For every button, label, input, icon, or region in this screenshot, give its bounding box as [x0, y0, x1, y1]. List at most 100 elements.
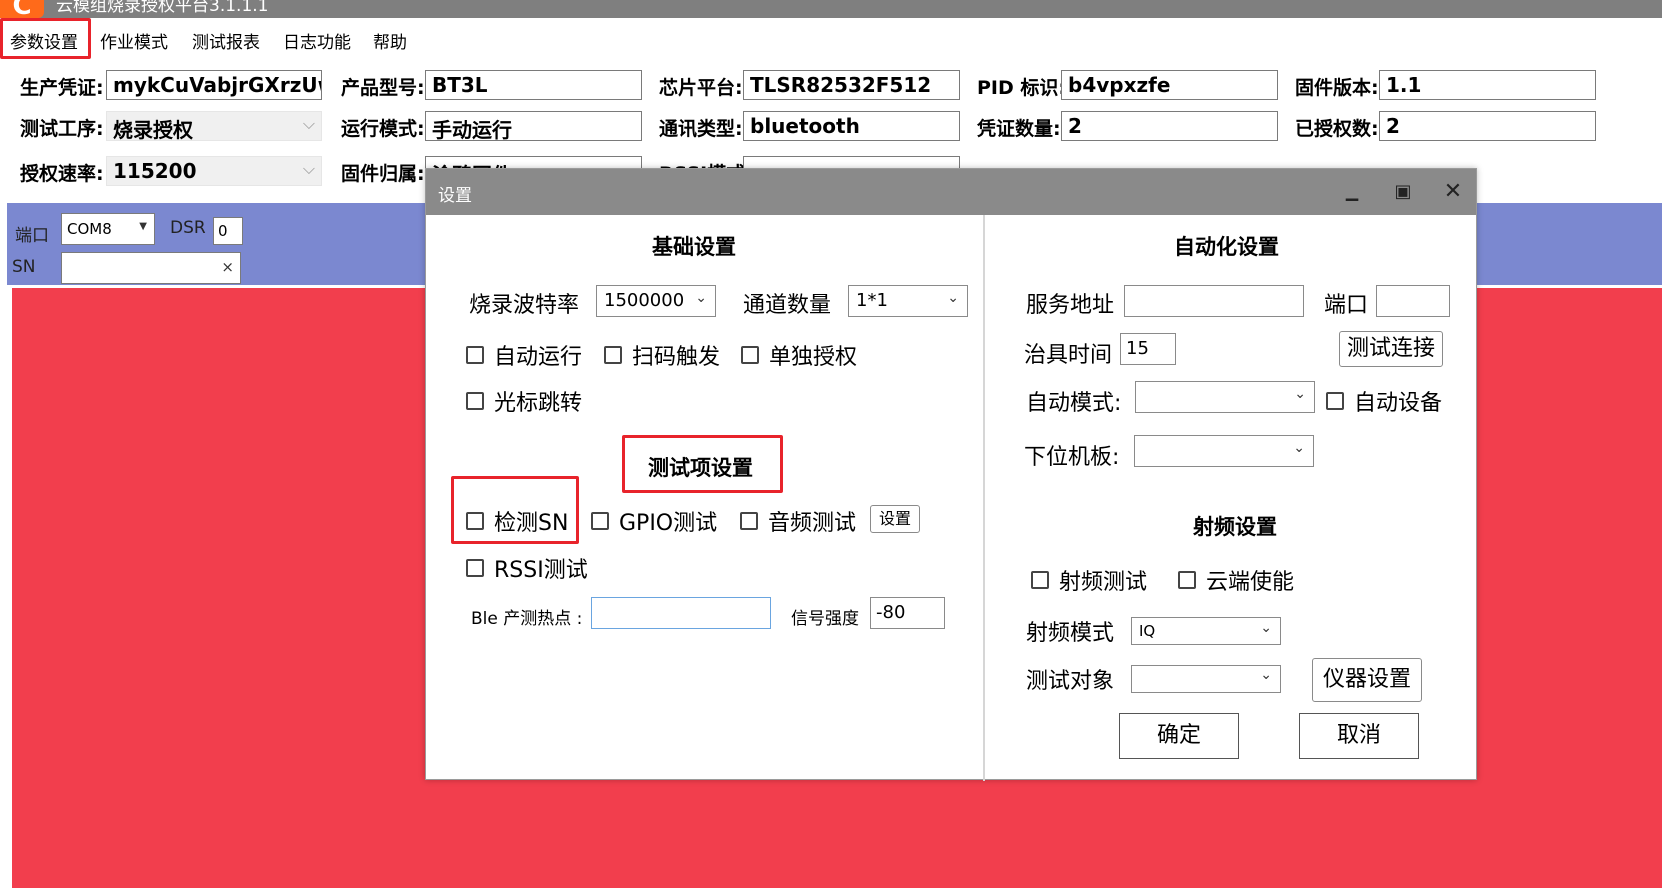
- authorized-field[interactable]: 2: [1379, 111, 1596, 141]
- rssi-test-checkbox[interactable]: RSSI测试: [466, 552, 588, 584]
- chevron-down-icon: ⌵: [302, 159, 315, 178]
- single-auth-checkbox[interactable]: 单独授权: [741, 339, 857, 371]
- checkbox-label: RSSI测试: [494, 558, 588, 583]
- fixture-time-input[interactable]: 15: [1120, 333, 1176, 365]
- highlight-box-test-items: [622, 435, 783, 493]
- pid-label: PID 标识:: [977, 77, 1066, 99]
- dsr-label: DSR: [170, 218, 206, 238]
- app-logo: C: [0, 0, 44, 18]
- checkbox-icon: [1031, 571, 1049, 589]
- menu-item-help[interactable]: 帮助: [373, 28, 407, 53]
- product-model-field[interactable]: BT3L: [425, 70, 642, 100]
- rf-mode-value: IQ: [1139, 622, 1156, 640]
- comm-type-label: 通讯类型:: [659, 118, 743, 140]
- channel-select[interactable]: 1*1 ⌄: [848, 285, 968, 317]
- auto-port-input[interactable]: [1376, 285, 1450, 317]
- audio-test-checkbox[interactable]: 音频测试: [740, 505, 856, 537]
- channel-label: 通道数量: [743, 293, 832, 318]
- fixture-time-label: 治具时间: [1024, 343, 1113, 368]
- auto-device-checkbox[interactable]: 自动设备: [1326, 385, 1442, 417]
- rf-test-checkbox[interactable]: 射频测试: [1031, 564, 1147, 596]
- checkbox-icon: [1178, 571, 1196, 589]
- scan-trigger-checkbox[interactable]: 扫码触发: [604, 339, 720, 371]
- credential-field[interactable]: mykCuVabjrGXrzUw: [106, 70, 322, 100]
- checkbox-icon: [740, 512, 758, 530]
- title-bar: C 云模组烧录授权平台3.1.1.1: [0, 0, 1662, 18]
- cred-count-label: 凭证数量:: [977, 118, 1061, 140]
- dialog-divider: [983, 215, 985, 781]
- cred-count-field[interactable]: 2: [1061, 111, 1278, 141]
- rf-settings-heading: 射频设置: [1193, 515, 1277, 539]
- auth-rate-label: 授权速率:: [20, 163, 104, 185]
- chevron-down-icon: ⌄: [1293, 440, 1305, 456]
- checkbox-icon: [1326, 392, 1344, 410]
- chevron-down-icon: ⌄: [947, 290, 959, 306]
- clear-icon[interactable]: ×: [221, 258, 234, 276]
- highlight-box-menu: [0, 18, 91, 59]
- chevron-down-icon: ▼: [139, 221, 147, 232]
- auth-rate-value: 115200: [113, 159, 197, 183]
- close-icon[interactable]: ✕: [1438, 177, 1468, 207]
- run-mode-field[interactable]: 手动运行: [425, 111, 642, 141]
- rf-mode-label: 射频模式: [1026, 621, 1115, 646]
- cursor-jump-checkbox[interactable]: 光标跳转: [466, 385, 582, 417]
- checkbox-label: 扫码触发: [632, 345, 721, 370]
- maximize-icon[interactable]: ▣: [1388, 177, 1418, 207]
- auto-mode-select[interactable]: ⌄: [1135, 381, 1315, 413]
- signal-strength-input[interactable]: -80: [870, 597, 945, 629]
- port-value: COM8: [67, 220, 112, 238]
- firmware-version-field[interactable]: 1.1: [1379, 70, 1596, 100]
- firmware-owner-label: 固件归属:: [341, 163, 425, 185]
- minimize-icon[interactable]: ▁: [1337, 177, 1367, 207]
- audio-settings-button[interactable]: 设置: [870, 505, 920, 533]
- cancel-button[interactable]: 取消: [1299, 713, 1419, 759]
- app-title: 云模组烧录授权平台3.1.1.1: [56, 0, 269, 16]
- test-connection-button[interactable]: 测试连接: [1339, 331, 1443, 367]
- menu-item-work-mode[interactable]: 作业模式: [100, 28, 168, 53]
- auto-run-checkbox[interactable]: 自动运行: [466, 339, 582, 371]
- lower-board-select[interactable]: ⌄: [1134, 435, 1314, 467]
- ok-button[interactable]: 确定: [1119, 713, 1239, 759]
- chip-platform-field[interactable]: TLSR82532F512: [743, 70, 960, 100]
- test-target-select[interactable]: ⌄: [1131, 665, 1281, 693]
- ble-hotspot-input[interactable]: [591, 597, 771, 629]
- dialog-title: 设置: [438, 186, 472, 206]
- chevron-down-icon: ⌄: [1294, 386, 1306, 402]
- baud-value: 1500000: [604, 290, 685, 311]
- firmware-version-label: 固件版本:: [1295, 77, 1379, 99]
- server-address-input[interactable]: [1124, 285, 1304, 317]
- checkbox-label: 云端使能: [1206, 570, 1295, 595]
- cloud-enable-checkbox[interactable]: 云端使能: [1178, 564, 1294, 596]
- menu-bar: 参数设置 作业模式 测试报表 日志功能 帮助: [0, 20, 1662, 60]
- gpio-test-checkbox[interactable]: GPIO测试: [591, 505, 717, 537]
- process-select[interactable]: 烧录授权 ⌵: [106, 111, 322, 141]
- baud-select[interactable]: 1500000 ⌄: [596, 285, 716, 317]
- chevron-down-icon: ⌵: [302, 114, 315, 133]
- process-value: 烧录授权: [113, 118, 193, 141]
- port-select[interactable]: COM8 ▼: [61, 213, 155, 245]
- rf-mode-select[interactable]: IQ ⌄: [1131, 617, 1281, 645]
- checkbox-icon: [741, 346, 759, 364]
- comm-type-field[interactable]: bluetooth: [743, 111, 960, 141]
- settings-dialog: 设置 ▁ ▣ ✕ 基础设置 烧录波特率 1500000 ⌄ 通道数量 1*1 ⌄ 自…: [425, 168, 1477, 781]
- menu-item-log[interactable]: 日志功能: [283, 28, 351, 53]
- channel-value: 1*1: [856, 290, 888, 311]
- baud-label: 烧录波特率: [469, 293, 580, 318]
- checkbox-icon: [466, 559, 484, 577]
- auto-port-label: 端口: [1324, 293, 1369, 318]
- checkbox-label: 光标跳转: [494, 391, 583, 416]
- auth-rate-select[interactable]: 115200 ⌵: [106, 156, 322, 186]
- checkbox-label: 单独授权: [769, 345, 858, 370]
- instrument-settings-button[interactable]: 仪器设置: [1312, 658, 1422, 702]
- menu-item-test-report[interactable]: 测试报表: [192, 28, 260, 53]
- process-label: 测试工序:: [20, 118, 104, 140]
- port-label: 端口: [15, 226, 49, 246]
- checkbox-label: 自动运行: [494, 345, 583, 370]
- pid-field[interactable]: b4vpxzfe: [1061, 70, 1278, 100]
- chevron-down-icon: ⌄: [695, 290, 707, 306]
- chevron-down-icon: ⌄: [1260, 667, 1272, 683]
- basic-settings-heading: 基础设置: [652, 235, 736, 259]
- signal-strength-label: 信号强度: [791, 609, 859, 629]
- dsr-field[interactable]: 0: [213, 217, 243, 245]
- sn-input[interactable]: ×: [61, 252, 241, 284]
